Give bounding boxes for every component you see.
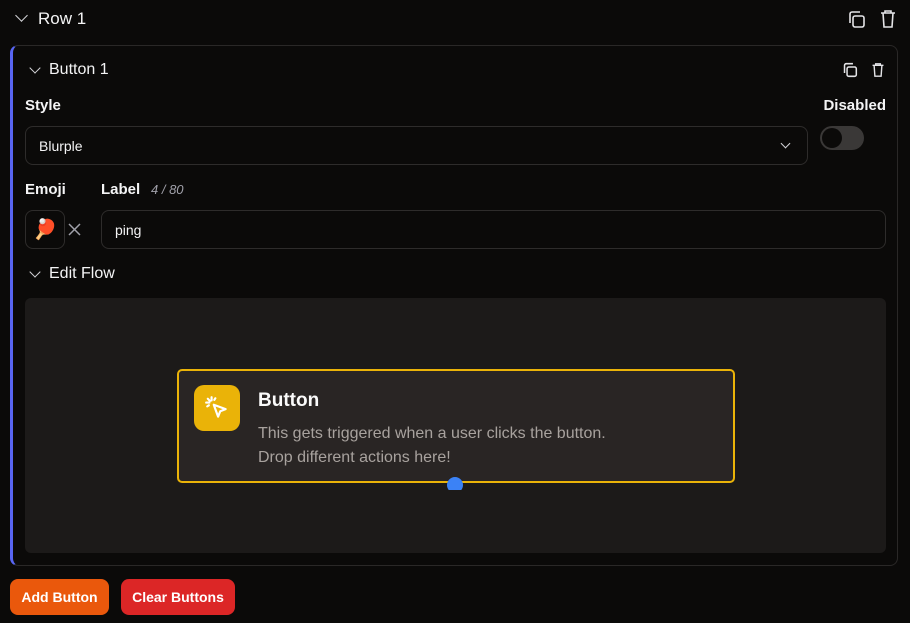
node-description-line-1: This gets triggered when a user clicks t… [258, 425, 606, 442]
label-char-count: 4 / 80 [151, 182, 184, 197]
cursor-click-icon [194, 385, 240, 431]
disabled-toggle[interactable] [820, 126, 864, 150]
edit-flow-toggle[interactable]: Edit Flow [49, 265, 115, 283]
style-label: Style [25, 97, 61, 114]
button-title: Button 1 [49, 61, 109, 78]
delete-button-icon[interactable] [871, 62, 885, 78]
clear-buttons-button[interactable]: Clear Buttons [121, 579, 235, 615]
row-collapse-chevron-icon[interactable] [15, 9, 28, 22]
duplicate-row-icon[interactable] [847, 10, 866, 29]
label-label: Label [101, 181, 141, 198]
duplicate-button-icon[interactable] [842, 62, 858, 78]
clear-emoji-icon[interactable] [68, 223, 81, 236]
emoji-picker[interactable]: 🏓 [25, 210, 65, 249]
emoji-label: Emoji [25, 181, 66, 198]
node-output-handle[interactable] [447, 477, 463, 490]
node-title: Button [258, 390, 320, 411]
chevron-down-icon [780, 138, 791, 149]
disabled-label: Disabled [823, 97, 886, 114]
button-trigger-node[interactable]: Button This gets triggered when a user c… [177, 369, 735, 483]
style-value: Blurple [39, 137, 83, 154]
row-title: Row 1 [38, 9, 87, 28]
style-select[interactable]: Blurple [25, 126, 808, 165]
delete-row-icon[interactable] [879, 9, 897, 29]
label-input[interactable]: ping [101, 210, 886, 249]
add-button[interactable]: Add Button [10, 579, 109, 615]
node-description-line-2: Drop different actions here! [258, 449, 451, 466]
